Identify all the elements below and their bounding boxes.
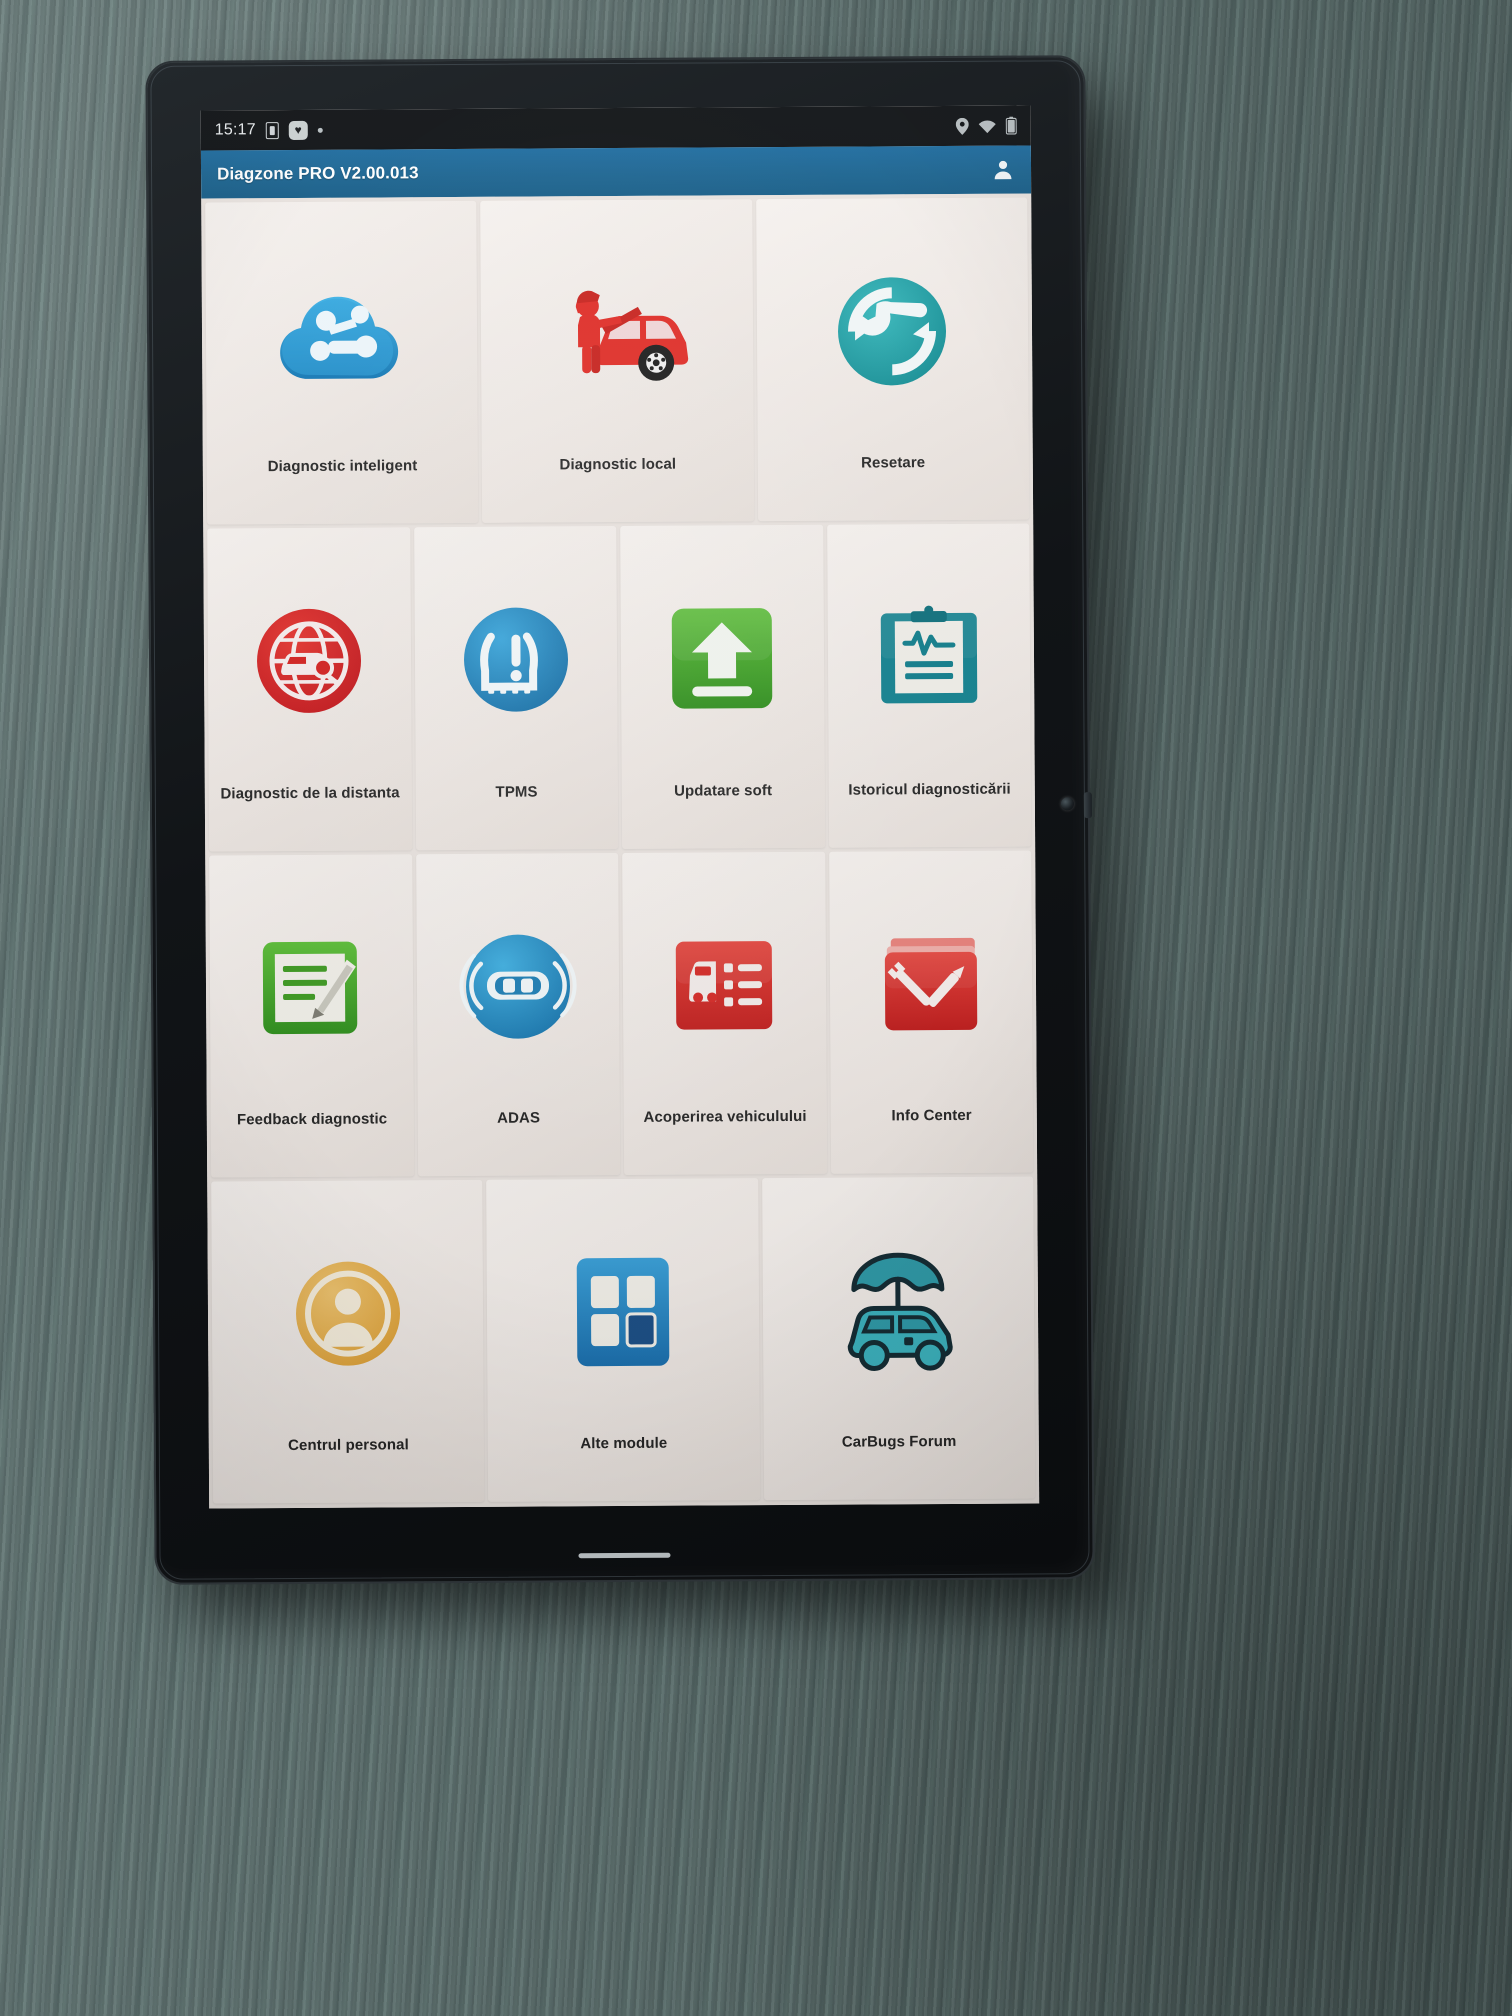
front-camera-icon [1060,797,1074,811]
location-icon [955,117,969,135]
tile-alte-module[interactable]: Alte module [486,1177,760,1502]
other-modules-grid-icon [487,1178,760,1436]
grid-row: Centrul personal Alte module CarBugs For… [207,1172,1039,1508]
tile-carbugs-forum[interactable]: CarBugs Forum [761,1176,1036,1501]
reset-wrench-icon [756,198,1029,456]
tile-istoricul-diagnosticarii[interactable]: Istoricul diagnosticării [826,523,1032,848]
diagnostic-history-clipboard-icon [827,524,1031,781]
tile-label: Istoricul diagnosticării [848,780,1011,799]
tile-label: Updatare soft [674,781,773,800]
sim-card-icon [265,121,279,139]
tile-tpms[interactable]: TPMS [413,526,619,850]
local-diagnosis-mechanic-icon [481,199,754,457]
tile-centrul-personal[interactable]: Centrul personal [211,1179,485,1504]
status-bar-right-group [955,116,1017,135]
tile-label: Diagnostic de la distanta [220,783,400,802]
tile-label: ADAS [497,1109,541,1127]
tile-adas[interactable]: ADAS [415,852,621,1176]
tile-feedback-diagnostic[interactable]: Feedback diagnostic [209,853,414,1178]
info-center-book-icon [829,850,1033,1107]
tile-label: Feedback diagnostic [236,1110,388,1129]
tile-label: TPMS [495,783,538,801]
tile-updatare-soft[interactable]: Updatare soft [620,525,825,849]
tile-label: Diagnostic local [559,455,677,474]
tile-label: Resetare [860,454,926,472]
status-bar-clock: 15:17 [214,121,256,139]
tile-label: Diagnostic inteligent [267,457,418,476]
tile-resetare[interactable]: Resetare [755,197,1030,522]
tablet-screen: 15:17 ♥ Diagzone PRO V2.00.013 Diagnosti… [200,105,1040,1509]
module-grid: Diagnostic inteligent Diagnostic local R… [201,193,1040,1509]
adas-car-radar-icon [416,853,620,1110]
status-bar-left-group: 15:17 ♥ [215,120,323,140]
battery-icon [1005,116,1017,135]
vehicle-coverage-list-icon [622,851,826,1108]
tile-diagnostic-de-la-distanta[interactable]: Diagnostic de la distanta [207,527,412,852]
home-indicator-bar[interactable] [578,1552,671,1559]
wifi-icon [978,118,997,133]
power-button[interactable] [1083,792,1092,819]
heart-health-icon: ♥ [288,120,308,140]
tablet-device: 15:17 ♥ Diagzone PRO V2.00.013 Diagnosti… [147,57,1093,1583]
personal-center-user-icon [211,1180,484,1438]
tile-diagnostic-local[interactable]: Diagnostic local [480,199,754,524]
android-status-bar: 15:17 ♥ [200,105,1031,151]
carbugs-forum-umbrella-car-icon [762,1176,1035,1434]
feedback-pencil-icon [209,854,413,1111]
tile-info-center[interactable]: Info Center [828,849,1034,1174]
tile-label: Alte module [580,1434,668,1453]
tile-diagnostic-inteligent[interactable]: Diagnostic inteligent [205,200,479,525]
remote-diagnosis-icon [207,528,411,785]
tpms-tire-pressure-icon [414,526,618,783]
grid-row: Diagnostic de la distanta TPMS Updatare … [203,520,1035,852]
user-account-icon[interactable] [991,158,1015,182]
tile-label: Info Center [891,1106,972,1125]
tile-label: CarBugs Forum [841,1432,957,1451]
tile-label: Centrul personal [288,1436,409,1455]
smart-diagnosis-cloud-icon [205,201,478,459]
software-update-arrow-icon [620,525,824,782]
grid-row: Feedback diagnostic ADAS Acoperirea vehi… [205,846,1037,1178]
app-title-text: Diagzone PRO V2.00.013 [216,163,419,184]
dot-icon [317,127,323,133]
grid-row: Diagnostic inteligent Diagnostic local R… [201,193,1033,525]
app-title-bar: Diagzone PRO V2.00.013 [200,145,1032,199]
tile-acoperirea-vehiculului[interactable]: Acoperirea vehiculului [622,851,827,1175]
tile-label: Acoperirea vehiculului [643,1107,807,1126]
